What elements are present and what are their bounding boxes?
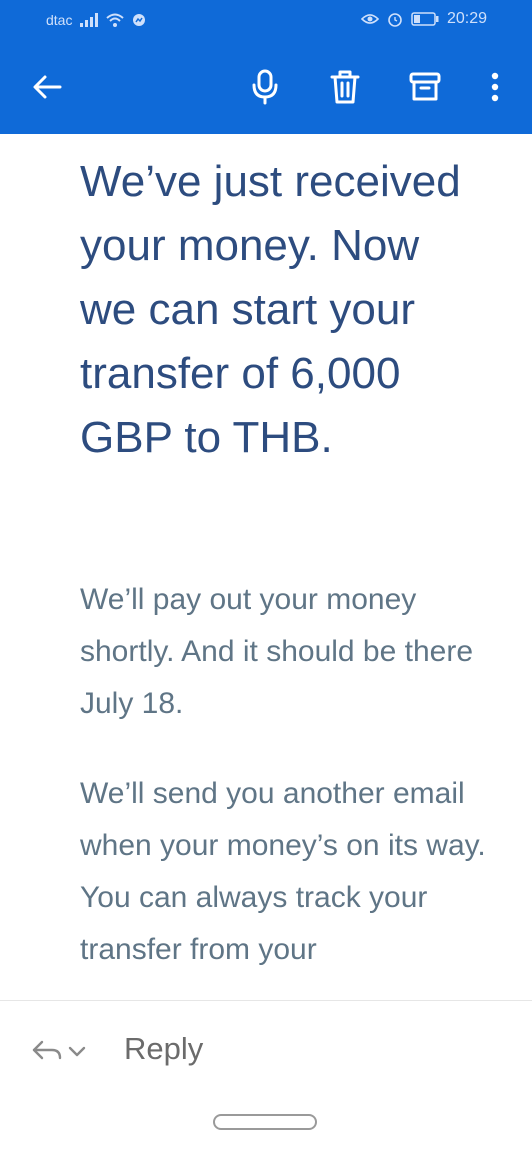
- trash-icon: [330, 70, 360, 104]
- status-right: 20:29: [360, 10, 487, 28]
- dictate-button[interactable]: [240, 62, 290, 112]
- more-vertical-icon: [491, 72, 499, 102]
- battery-icon: [411, 12, 439, 26]
- email-paragraph-payout: We’ll pay out your money shortly. And it…: [80, 583, 474, 720]
- signal-icon: [80, 13, 99, 27]
- back-arrow-icon: [33, 75, 62, 99]
- status-bar: dtac 20:29: [0, 0, 532, 40]
- clock-time: 20:29: [446, 10, 487, 27]
- carrier-name: dtac: [46, 12, 73, 28]
- home-indicator[interactable]: [213, 1114, 317, 1130]
- email-body: We’ve just received your money. Now we c…: [0, 134, 532, 1000]
- archive-icon: [409, 72, 441, 101]
- reply-options-button[interactable]: [30, 1031, 88, 1071]
- reply-bar: Reply: [0, 1000, 532, 1153]
- reply-button[interactable]: Reply: [124, 1031, 203, 1067]
- back-button[interactable]: [22, 62, 72, 112]
- archive-button[interactable]: [400, 62, 450, 112]
- microphone-icon: [252, 69, 278, 105]
- alarm-icon: [387, 11, 403, 27]
- email-paragraph-tracking: We’ll send you another email when your m…: [80, 777, 486, 966]
- eye-comfort-icon: [360, 12, 379, 26]
- delete-button[interactable]: [320, 62, 370, 112]
- app-bar: [0, 40, 532, 134]
- reply-arrow-icon: [32, 1040, 62, 1060]
- email-headline: We’ve just received your money. Now we c…: [80, 157, 461, 462]
- more-options-button[interactable]: [470, 62, 520, 112]
- messenger-icon: [132, 13, 146, 27]
- chevron-down-icon: [68, 1046, 86, 1057]
- status-left: dtac: [46, 12, 146, 28]
- wifi-icon: [106, 13, 125, 27]
